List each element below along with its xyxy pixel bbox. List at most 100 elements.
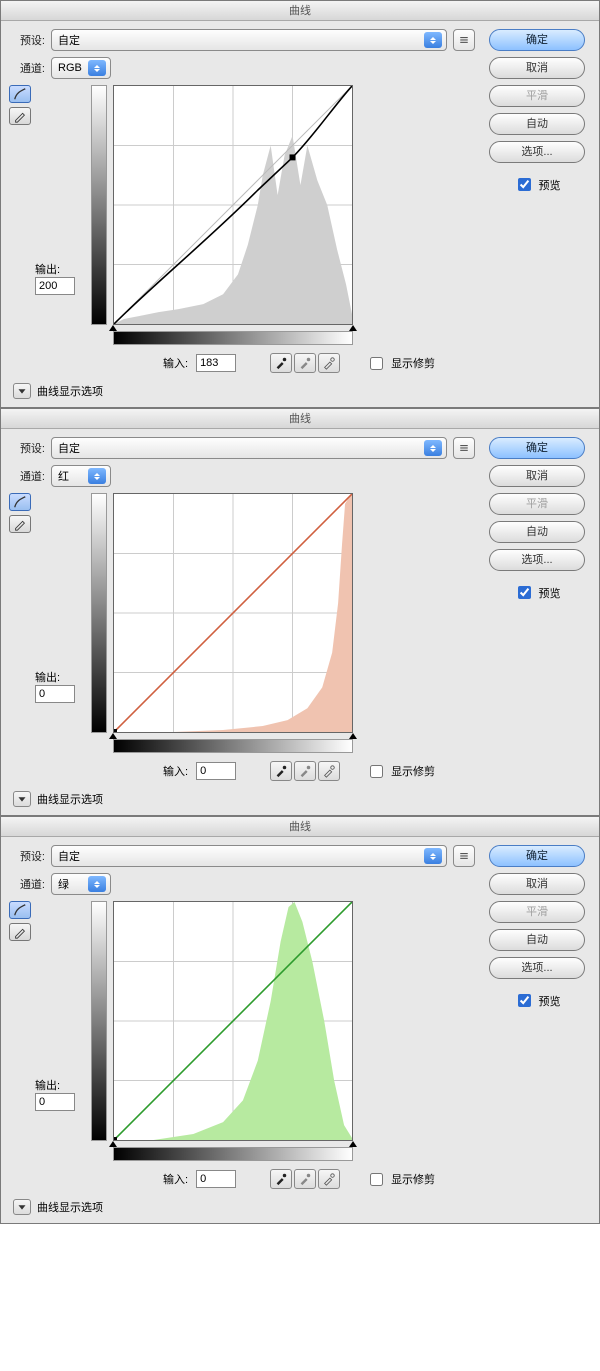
- preview-checkbox[interactable]: 预览: [514, 991, 561, 1010]
- white-point-eyedropper[interactable]: [318, 761, 340, 781]
- black-point-eyedropper[interactable]: [270, 1169, 292, 1189]
- ok-button[interactable]: 确定: [489, 845, 585, 867]
- show-clipping-label: 显示修剪: [391, 355, 435, 371]
- dialog-title: 曲线: [1, 817, 599, 837]
- chevron-updown-icon: [88, 468, 106, 484]
- show-clipping-input[interactable]: [370, 765, 383, 778]
- smooth-button[interactable]: 平滑: [489, 493, 585, 515]
- ok-button[interactable]: 确定: [489, 437, 585, 459]
- preview-label: 预览: [539, 177, 561, 193]
- auto-button[interactable]: 自动: [489, 521, 585, 543]
- preset-menu-button[interactable]: [453, 845, 475, 867]
- output-value-input[interactable]: 0: [35, 685, 75, 703]
- gray-point-eyedropper[interactable]: [294, 353, 316, 373]
- preset-value: 自定: [58, 440, 82, 456]
- input-label: 输入:: [163, 1171, 188, 1187]
- options-button[interactable]: 选项...: [489, 141, 585, 163]
- white-point-eyedropper[interactable]: [318, 1169, 340, 1189]
- preview-input[interactable]: [518, 994, 531, 1007]
- output-label: 输出:: [35, 1077, 91, 1093]
- show-clipping-checkbox[interactable]: 显示修剪: [366, 1170, 435, 1189]
- curves-dialog: 曲线 预设: 自定 通道: RGB: [0, 0, 600, 408]
- channel-label: 通道:: [9, 60, 45, 76]
- preset-label: 预设:: [9, 848, 45, 864]
- black-point-eyedropper[interactable]: [270, 353, 292, 373]
- preset-menu-button[interactable]: [453, 29, 475, 51]
- ok-button[interactable]: 确定: [489, 29, 585, 51]
- disclosure-label: 曲线显示选项: [37, 383, 103, 399]
- channel-select[interactable]: 红: [51, 465, 111, 487]
- preset-menu-button[interactable]: [453, 437, 475, 459]
- chevron-updown-icon: [424, 440, 442, 456]
- show-clipping-input[interactable]: [370, 357, 383, 370]
- horizontal-gradient: [113, 331, 353, 345]
- preview-label: 预览: [539, 585, 561, 601]
- cancel-button[interactable]: 取消: [489, 873, 585, 895]
- auto-button[interactable]: 自动: [489, 113, 585, 135]
- pencil-tool-button[interactable]: [9, 515, 31, 533]
- show-clipping-label: 显示修剪: [391, 1171, 435, 1187]
- curve-point[interactable]: [114, 1137, 117, 1140]
- output-value-input[interactable]: 0: [35, 1093, 75, 1111]
- curve-tool-button[interactable]: [9, 85, 31, 103]
- show-clipping-input[interactable]: [370, 1173, 383, 1186]
- curve-tool-button[interactable]: [9, 901, 31, 919]
- show-clipping-checkbox[interactable]: 显示修剪: [366, 762, 435, 781]
- curves-dialog: 曲线 预设: 自定 通道: 绿: [0, 816, 600, 1224]
- disclosure-button[interactable]: [13, 1199, 31, 1215]
- black-point-eyedropper[interactable]: [270, 761, 292, 781]
- preview-input[interactable]: [518, 178, 531, 191]
- disclosure-label: 曲线显示选项: [37, 1199, 103, 1215]
- disclosure-button[interactable]: [13, 791, 31, 807]
- white-point-eyedropper[interactable]: [318, 353, 340, 373]
- gray-point-eyedropper[interactable]: [294, 1169, 316, 1189]
- chevron-updown-icon: [424, 32, 442, 48]
- disclosure-label: 曲线显示选项: [37, 791, 103, 807]
- output-value-input[interactable]: 200: [35, 277, 75, 295]
- preview-input[interactable]: [518, 586, 531, 599]
- input-value-input[interactable]: 0: [196, 762, 236, 780]
- curves-graph[interactable]: [113, 901, 353, 1141]
- input-label: 输入:: [163, 355, 188, 371]
- vertical-gradient: [91, 85, 107, 325]
- input-value-input[interactable]: 183: [196, 354, 236, 372]
- channel-select[interactable]: 绿: [51, 873, 111, 895]
- preset-select[interactable]: 自定: [51, 845, 447, 867]
- options-button[interactable]: 选项...: [489, 957, 585, 979]
- dialog-title: 曲线: [1, 409, 599, 429]
- preset-value: 自定: [58, 848, 82, 864]
- channel-value: RGB: [58, 62, 82, 74]
- show-clipping-checkbox[interactable]: 显示修剪: [366, 354, 435, 373]
- disclosure-button[interactable]: [13, 383, 31, 399]
- smooth-button[interactable]: 平滑: [489, 901, 585, 923]
- vertical-gradient: [91, 493, 107, 733]
- input-label: 输入:: [163, 763, 188, 779]
- curve-point[interactable]: [290, 154, 296, 160]
- preset-label: 预设:: [9, 32, 45, 48]
- output-label: 输出:: [35, 261, 91, 277]
- channel-label: 通道:: [9, 876, 45, 892]
- options-button[interactable]: 选项...: [489, 549, 585, 571]
- vertical-gradient: [91, 901, 107, 1141]
- curve-point[interactable]: [114, 729, 117, 732]
- output-label: 输出:: [35, 669, 91, 685]
- input-value-input[interactable]: 0: [196, 1170, 236, 1188]
- preview-checkbox[interactable]: 预览: [514, 175, 561, 194]
- preset-select[interactable]: 自定: [51, 29, 447, 51]
- smooth-button[interactable]: 平滑: [489, 85, 585, 107]
- pencil-tool-button[interactable]: [9, 923, 31, 941]
- pencil-tool-button[interactable]: [9, 107, 31, 125]
- curves-graph[interactable]: [113, 493, 353, 733]
- gray-point-eyedropper[interactable]: [294, 761, 316, 781]
- cancel-button[interactable]: 取消: [489, 57, 585, 79]
- channel-label: 通道:: [9, 468, 45, 484]
- channel-select[interactable]: RGB: [51, 57, 111, 79]
- preset-label: 预设:: [9, 440, 45, 456]
- preset-select[interactable]: 自定: [51, 437, 447, 459]
- curves-graph[interactable]: [113, 85, 353, 325]
- curves-dialog: 曲线 预设: 自定 通道: 红: [0, 408, 600, 816]
- auto-button[interactable]: 自动: [489, 929, 585, 951]
- preview-checkbox[interactable]: 预览: [514, 583, 561, 602]
- cancel-button[interactable]: 取消: [489, 465, 585, 487]
- curve-tool-button[interactable]: [9, 493, 31, 511]
